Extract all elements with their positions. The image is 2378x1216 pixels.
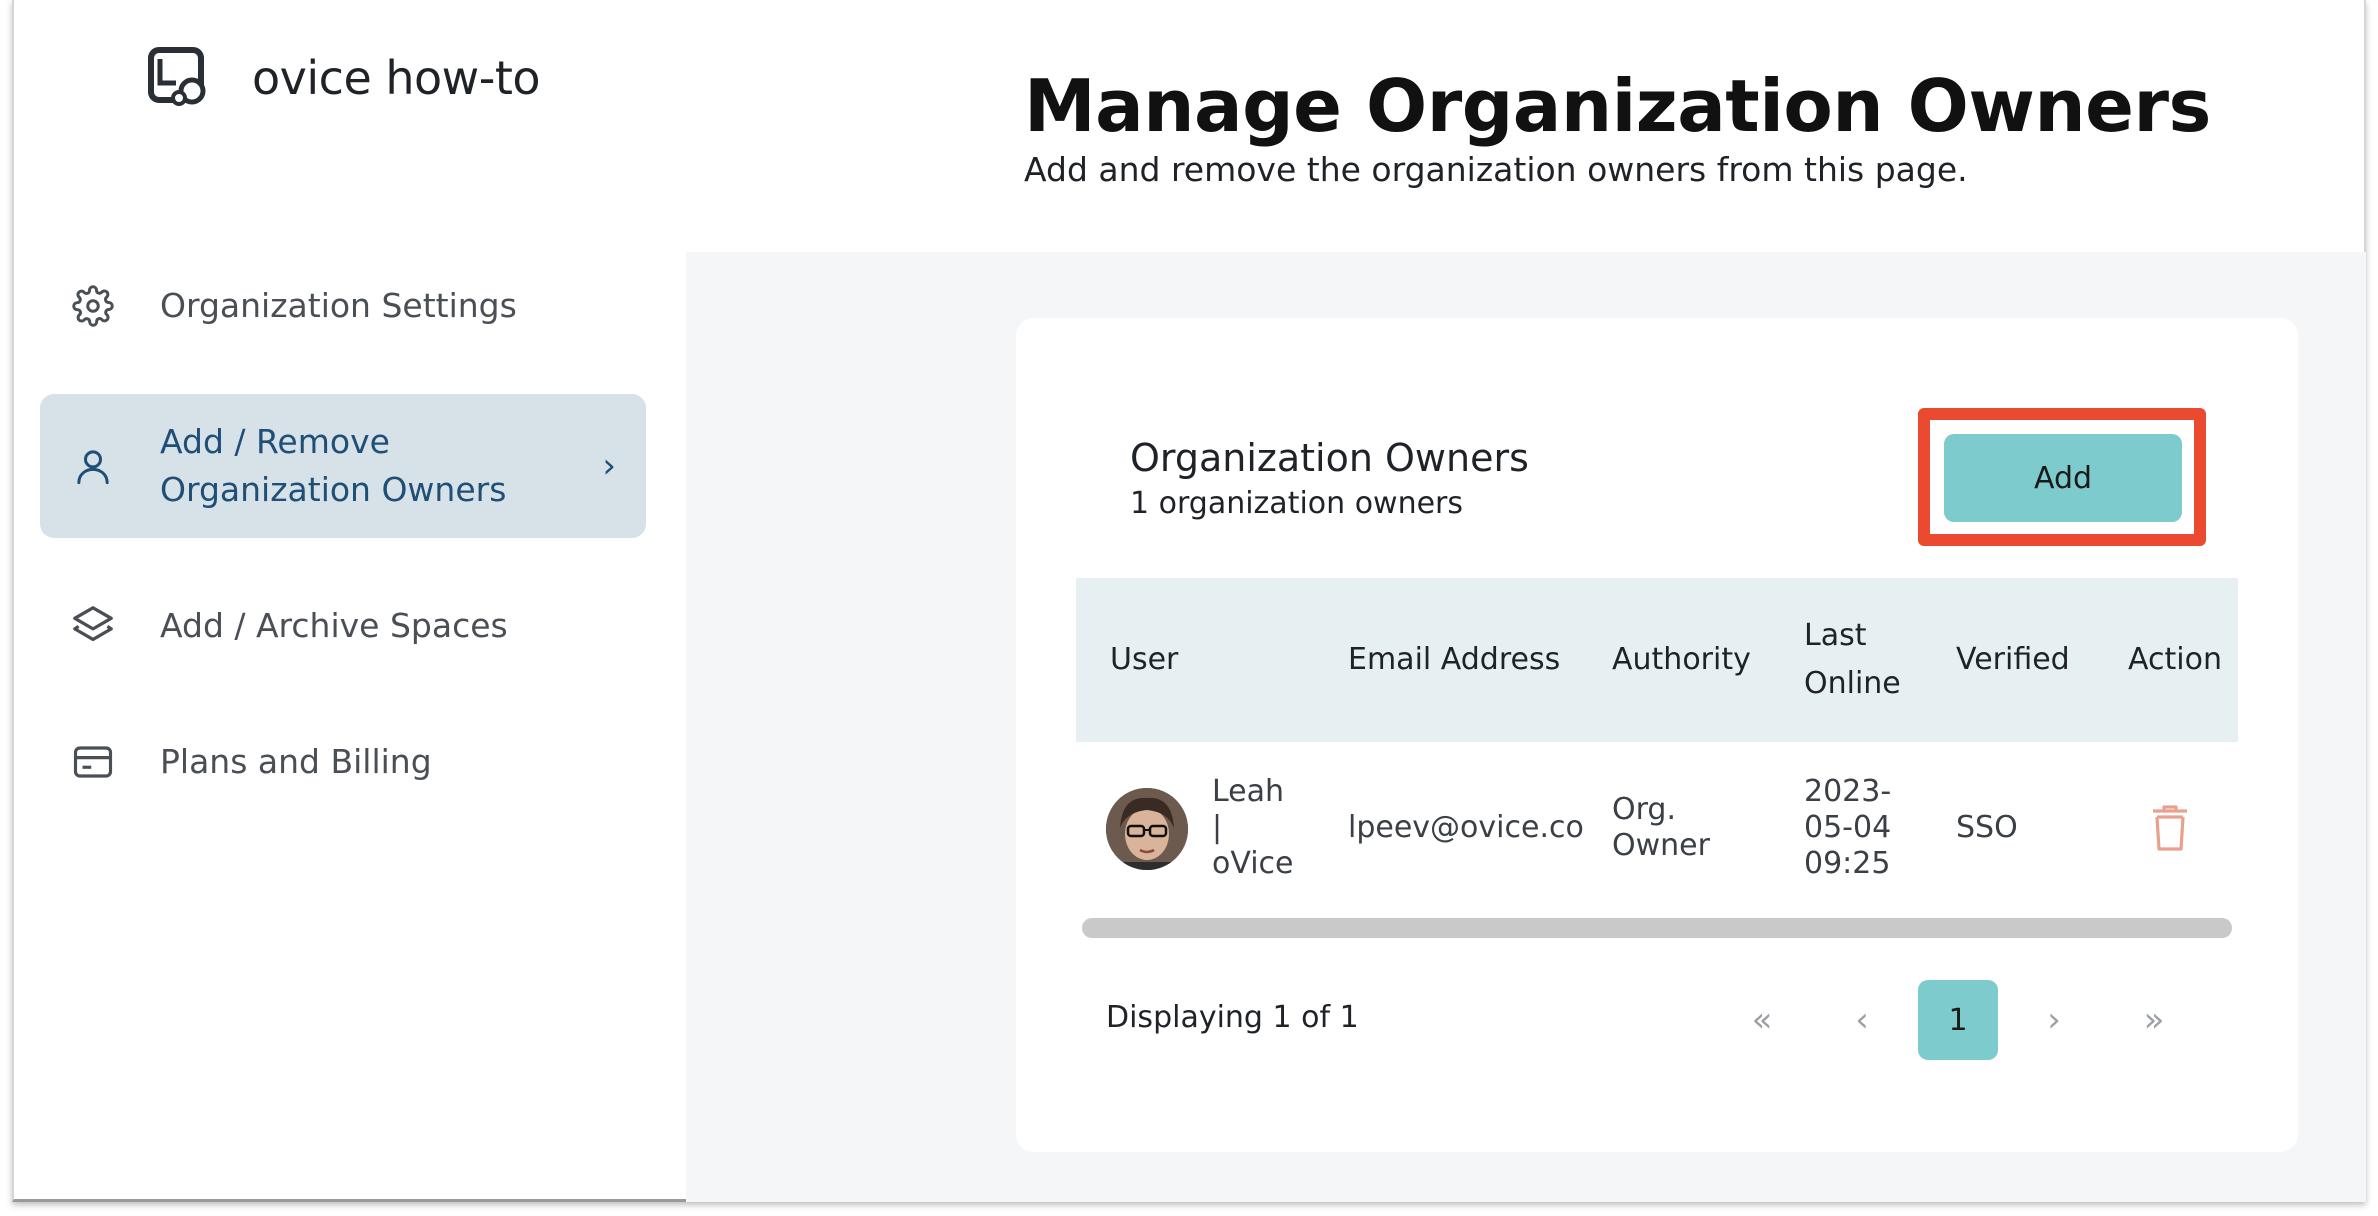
column-header-action: Action	[2128, 642, 2222, 677]
last-page-button[interactable]: »	[2114, 980, 2194, 1060]
verified-cell: SSO	[1956, 810, 2018, 845]
last-online-line3: 09:25	[1804, 846, 1891, 881]
page-title: Manage Organization Owners	[1024, 64, 2211, 148]
last-online-line1: 2023-	[1804, 774, 1892, 809]
first-page-button[interactable]: «	[1722, 980, 1802, 1060]
brand-name: ovice how-to	[252, 51, 541, 105]
user-name-line1: Leah	[1212, 774, 1285, 809]
sidebar-item-organization-owners[interactable]: Add / Remove Organization Owners ›	[40, 394, 646, 538]
sidebar-item-label-line1: Add / Remove	[160, 422, 390, 461]
page-button-current[interactable]: 1	[1918, 980, 1998, 1060]
column-header-authority: Authority	[1612, 642, 1751, 677]
layers-icon	[70, 603, 116, 649]
sidebar-item-label: Plans and Billing	[160, 742, 432, 781]
ovice-logo-icon	[148, 47, 206, 106]
sidebar-item-organization-settings[interactable]: Organization Settings	[40, 270, 646, 342]
authority-line1: Org.	[1612, 792, 1676, 827]
credit-card-icon	[70, 739, 116, 785]
column-header-last-online-line2: Online	[1804, 666, 1901, 701]
page-subtitle: Add and remove the organization owners f…	[1024, 150, 1968, 189]
section-title: Organization Owners	[1130, 436, 1529, 480]
trash-icon[interactable]	[2150, 804, 2190, 852]
owners-count: 1 organization owners	[1130, 486, 1464, 521]
add-owner-button[interactable]: Add	[1944, 434, 2182, 522]
user-icon	[70, 443, 116, 489]
brand[interactable]: ovice how-to	[146, 40, 541, 116]
next-page-button[interactable]: ›	[2014, 980, 2094, 1060]
sidebar-item-label-line2: Organization Owners	[160, 470, 507, 509]
table-row: Leah | oVice lpeev@ovice.co Org. Owner 2…	[1076, 742, 2238, 922]
chevron-right-icon: ›	[602, 446, 616, 486]
prev-page-button[interactable]: ‹	[1822, 980, 1902, 1060]
user-name-line2: |	[1212, 810, 1223, 845]
sidebar-item-label: Organization Settings	[160, 286, 517, 325]
sidebar-item-billing[interactable]: Plans and Billing	[40, 726, 646, 798]
user-name-line3: oVice	[1212, 846, 1294, 881]
column-header-user: User	[1110, 642, 1179, 677]
avatar	[1106, 788, 1188, 870]
column-header-last-online-line1: Last	[1804, 618, 1867, 653]
pagination-status: Displaying 1 of 1	[1106, 1000, 1359, 1035]
email-cell: lpeev@ovice.co	[1348, 810, 1584, 845]
sidebar-item-label: Add / Archive Spaces	[160, 606, 508, 645]
table-horizontal-scrollbar[interactable]	[1082, 918, 2232, 938]
table-header: User Email Address Authority Last Online…	[1076, 578, 2238, 742]
gear-icon	[70, 283, 116, 329]
owners-table: User Email Address Authority Last Online…	[1076, 578, 2238, 946]
column-header-verified: Verified	[1956, 642, 2070, 677]
column-header-email: Email Address	[1348, 642, 1561, 677]
last-online-line2: 05-04	[1804, 810, 1892, 845]
sidebar-item-spaces[interactable]: Add / Archive Spaces	[40, 590, 646, 662]
authority-line2: Owner	[1612, 828, 1710, 863]
